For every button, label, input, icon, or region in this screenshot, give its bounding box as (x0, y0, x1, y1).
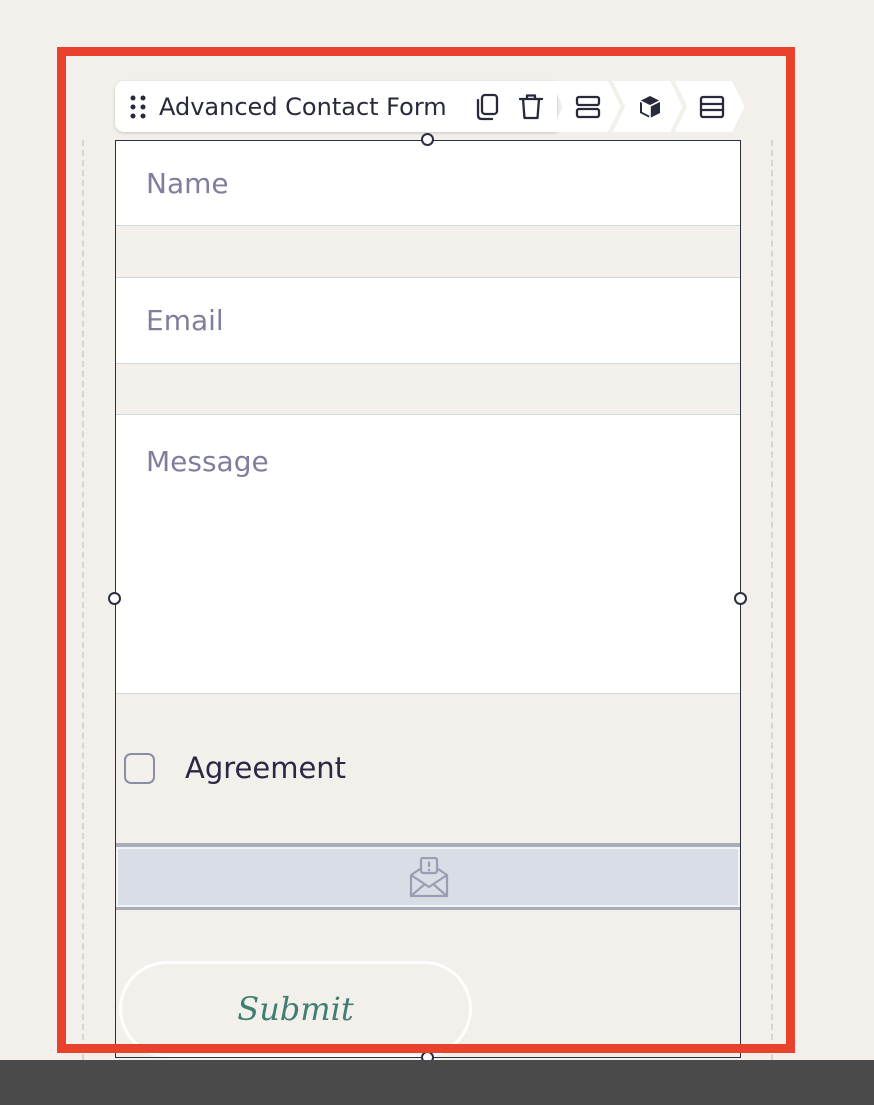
block-title: Advanced Contact Form (159, 92, 447, 121)
duplicate-icon (476, 93, 498, 120)
duplicate-button[interactable] (465, 85, 509, 129)
agreement-row: Agreement (124, 751, 346, 785)
delete-button[interactable] (509, 85, 553, 129)
column-guide-left (82, 140, 84, 1060)
resize-handle-top[interactable] (421, 133, 434, 146)
layout-icon (699, 95, 724, 118)
resize-handle-right[interactable] (734, 592, 747, 605)
email-placeholder: Email (146, 304, 224, 337)
name-placeholder: Name (146, 167, 229, 200)
agreement-label: Agreement (185, 751, 347, 785)
email-field[interactable]: Email (116, 277, 740, 364)
name-field[interactable]: Name (116, 141, 740, 226)
rows-icon (575, 95, 600, 118)
resize-handle-left[interactable] (108, 592, 121, 605)
breadcrumb-block[interactable] (612, 81, 683, 132)
message-field[interactable]: Message (116, 414, 740, 694)
contact-form-block[interactable]: Name Email Message Agreement Submit (115, 140, 741, 1058)
breadcrumb-layout[interactable] (674, 81, 745, 132)
submit-label: Submit (237, 990, 354, 1028)
toolbar-main: Advanced Contact Form (115, 81, 557, 132)
message-placeholder: Message (146, 445, 269, 478)
drag-handle-icon[interactable] (129, 94, 147, 120)
cube-icon (639, 95, 660, 118)
block-toolbar: Advanced Contact Form (115, 81, 745, 132)
agreement-checkbox[interactable] (124, 752, 155, 784)
trash-icon (518, 93, 543, 119)
bottom-bar (0, 1060, 874, 1105)
submit-button[interactable]: Submit (119, 961, 472, 1057)
column-guide-right (771, 140, 773, 1060)
breadcrumb-rows[interactable] (550, 81, 621, 132)
captcha-placeholder (116, 843, 740, 910)
envelope-alert-icon (409, 857, 449, 898)
